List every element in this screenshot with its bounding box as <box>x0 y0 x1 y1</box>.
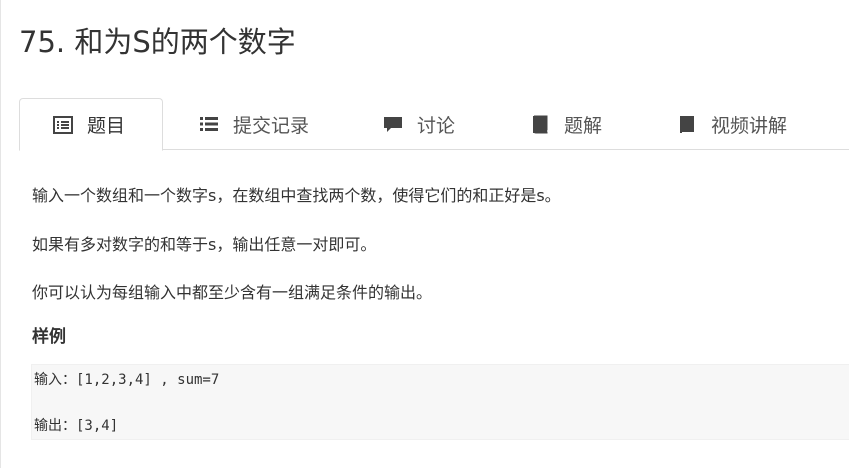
book-icon <box>533 115 548 134</box>
list-box-icon <box>53 115 73 134</box>
sample-code-block: 输入：[1,2,3,4] , sum=7 输出：[3,4] <box>31 364 849 440</box>
sample-output-line: 输出：[3,4] <box>34 418 119 434</box>
tab-submissions-label: 提交记录 <box>233 114 310 137</box>
tab-video-label: 视频讲解 <box>711 114 788 137</box>
book-icon <box>680 116 694 133</box>
tab-discussion[interactable]: 讨论 <box>383 98 455 150</box>
description-paragraph: 如果有多对数字的和等于s，输出任意一对即可。 <box>32 235 377 254</box>
description-paragraph: 你可以认为每组输入中都至少含有一组满足条件的输出。 <box>32 283 433 302</box>
tab-solutions[interactable]: 题解 <box>530 98 602 150</box>
tab-video[interactable]: 视频讲解 <box>677 98 787 150</box>
tab-problem[interactable]: 题目 <box>19 98 163 151</box>
sample-input-line: 输入：[1,2,3,4] , sum=7 <box>34 372 220 388</box>
tab-problem-label: 题目 <box>87 115 126 137</box>
tab-solutions-label: 题解 <box>564 114 603 137</box>
description-paragraph: 输入一个数组和一个数字s，在数组中查找两个数，使得它们的和正好是s。 <box>32 186 561 205</box>
tab-submissions[interactable]: 提交记录 <box>199 98 309 150</box>
chat-bubble-icon <box>384 117 402 132</box>
list-icon <box>200 117 218 131</box>
sample-heading: 样例 <box>32 327 66 347</box>
tab-discussion-label: 讨论 <box>417 114 456 137</box>
problem-page: 75. 和为S的两个数字 题目 提交记录 讨论 题解 视频讲解 输入一个数组和一… <box>0 0 849 468</box>
tab-bar: 题目 提交记录 讨论 题解 视频讲解 <box>19 98 849 151</box>
page-title: 75. 和为S的两个数字 <box>19 25 296 59</box>
